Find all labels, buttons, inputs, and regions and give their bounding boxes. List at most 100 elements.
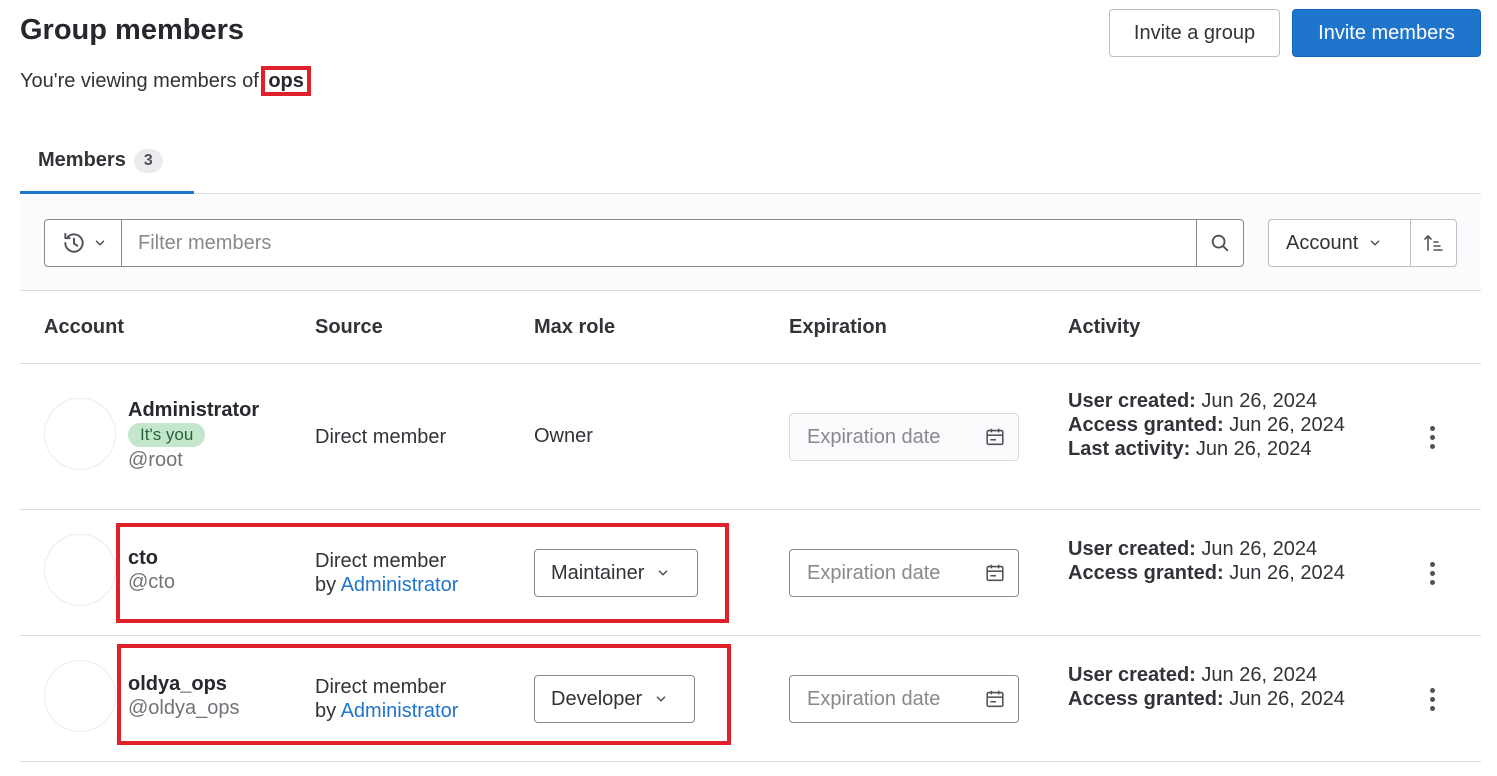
subtitle-prefix: You're viewing members of [20,70,265,92]
invite-group-button[interactable]: Invite a group [1109,9,1280,57]
calendar-icon [986,428,1004,446]
access-granted-date: Jun 26, 2024 [1229,414,1345,436]
source-cell: Direct member by Administrator [315,549,458,597]
page-title: Group members [20,14,244,46]
access-granted-label: Access granted: [1068,414,1224,436]
user-created-label: User created: [1068,664,1196,686]
expiration-date-input[interactable]: Expiration date [789,549,1019,597]
calendar-icon [986,564,1004,582]
user-created-date: Jun 26, 2024 [1201,538,1318,560]
sort-label: Account [1286,231,1359,254]
page-subtitle: You're viewing members of ops. [20,66,313,96]
member-username: @oldya_ops [128,697,240,719]
kebab-dot [1429,561,1435,567]
source-by-prefix: by [315,574,341,596]
more-actions-button[interactable] [1420,683,1444,715]
max-role-label: Maintainer [551,561,645,584]
table-header: Account Source Max role Expiration Activ… [20,292,1481,364]
source-text: Direct member [315,426,447,448]
calendar-icon [986,690,1004,708]
source-text: Direct member [315,676,447,698]
table-row: Administrator It's you @root Direct memb… [20,365,1481,510]
filter-bar: Account [20,195,1481,291]
chevron-down-icon [656,696,666,702]
avatar[interactable] [44,660,116,732]
group-name: ops [261,66,311,96]
column-account[interactable]: Account [44,316,124,339]
user-created-date: Jun 26, 2024 [1201,390,1318,412]
source-by: by Administrator [315,573,458,597]
chevron-down-icon [659,570,668,576]
last-activity-date: Jun 26, 2024 [1195,438,1312,460]
column-activity: Activity [1068,316,1141,338]
max-role-dropdown[interactable]: Developer [534,675,695,723]
sort-direction-button[interactable] [1410,219,1457,267]
account-cell: cto @cto [128,546,175,594]
member-name[interactable]: Administrator [128,398,259,422]
kebab-dot [1429,579,1435,585]
account-cell: Administrator It's you @root [128,398,259,472]
tab-members-label: Members [38,149,126,171]
kebab-dot [1429,425,1435,431]
more-actions-button[interactable] [1420,557,1444,589]
expiration-placeholder: Expiration date [807,687,941,710]
expiration-date-input: Expiration date [789,413,1019,461]
column-source: Source [315,316,383,338]
table-row: oldya_ops @oldya_ops Direct member by Ad… [20,636,1481,762]
member-name[interactable]: cto [128,546,175,570]
member-username: @cto [128,571,175,593]
history-icon [63,232,84,253]
avatar[interactable] [44,534,116,606]
member-name[interactable]: oldya_ops [128,672,239,696]
tab-members[interactable]: Members 3 [20,130,194,194]
user-created-label: User created: [1068,390,1196,412]
account-cell: oldya_ops @oldya_ops [128,672,239,720]
access-granted-label: Access granted: [1068,688,1224,710]
more-actions-button[interactable] [1420,421,1444,453]
expiration-date-input[interactable]: Expiration date [789,675,1019,723]
source-cell: Direct member [315,425,446,449]
sort-ascending-icon [1423,235,1443,251]
invite-members-button[interactable]: Invite members [1292,9,1481,57]
source-link-administrator[interactable]: Administrator [341,700,459,722]
max-role-dropdown[interactable]: Maintainer [534,549,698,597]
chevron-down-icon [1370,240,1380,246]
expiration-placeholder: Expiration date [807,425,941,448]
kebab-dot [1429,570,1435,576]
search-icon [1211,234,1229,252]
max-role-label: Developer [551,687,643,710]
avatar[interactable] [44,398,116,470]
search-button[interactable] [1196,219,1244,267]
user-created-date: Jun 26, 2024 [1201,664,1318,686]
sort-dropdown[interactable]: Account [1268,219,1411,267]
kebab-dot [1429,687,1435,693]
last-activity-label: Last activity: [1068,438,1191,460]
kebab-dot [1429,434,1435,440]
recent-searches-button[interactable] [44,219,122,267]
user-created-label: User created: [1068,538,1196,560]
source-link-administrator[interactable]: Administrator [341,574,459,596]
member-username: @root [128,449,183,471]
tab-members-count: 3 [133,148,163,173]
activity-cell: User created: Jun 26, 2024 Access grante… [1068,537,1358,585]
tabs: Members 3 [20,130,1481,194]
filter-members-input[interactable] [121,219,1198,267]
subtitle-suffix: . [306,70,313,92]
column-max-role: Max role [534,316,616,338]
source-cell: Direct member by Administrator [315,675,458,723]
source-text: Direct member [315,550,447,572]
kebab-dot [1429,443,1435,449]
table-row: cto @cto Direct member by Administrator … [20,510,1481,636]
access-granted-date: Jun 26, 2024 [1229,688,1345,710]
source-by-prefix: by [315,700,341,722]
activity-cell: User created: Jun 26, 2024 Access grante… [1068,389,1358,461]
access-granted-label: Access granted: [1068,562,1224,584]
column-expiration: Expiration [789,316,887,338]
its-you-badge: It's you [128,423,206,447]
access-granted-date: Jun 26, 2024 [1229,562,1345,584]
kebab-dot [1429,705,1435,711]
kebab-dot [1429,696,1435,702]
activity-cell: User created: Jun 26, 2024 Access grante… [1068,663,1358,711]
expiration-placeholder: Expiration date [807,561,941,584]
max-role-text: Owner [534,425,593,447]
